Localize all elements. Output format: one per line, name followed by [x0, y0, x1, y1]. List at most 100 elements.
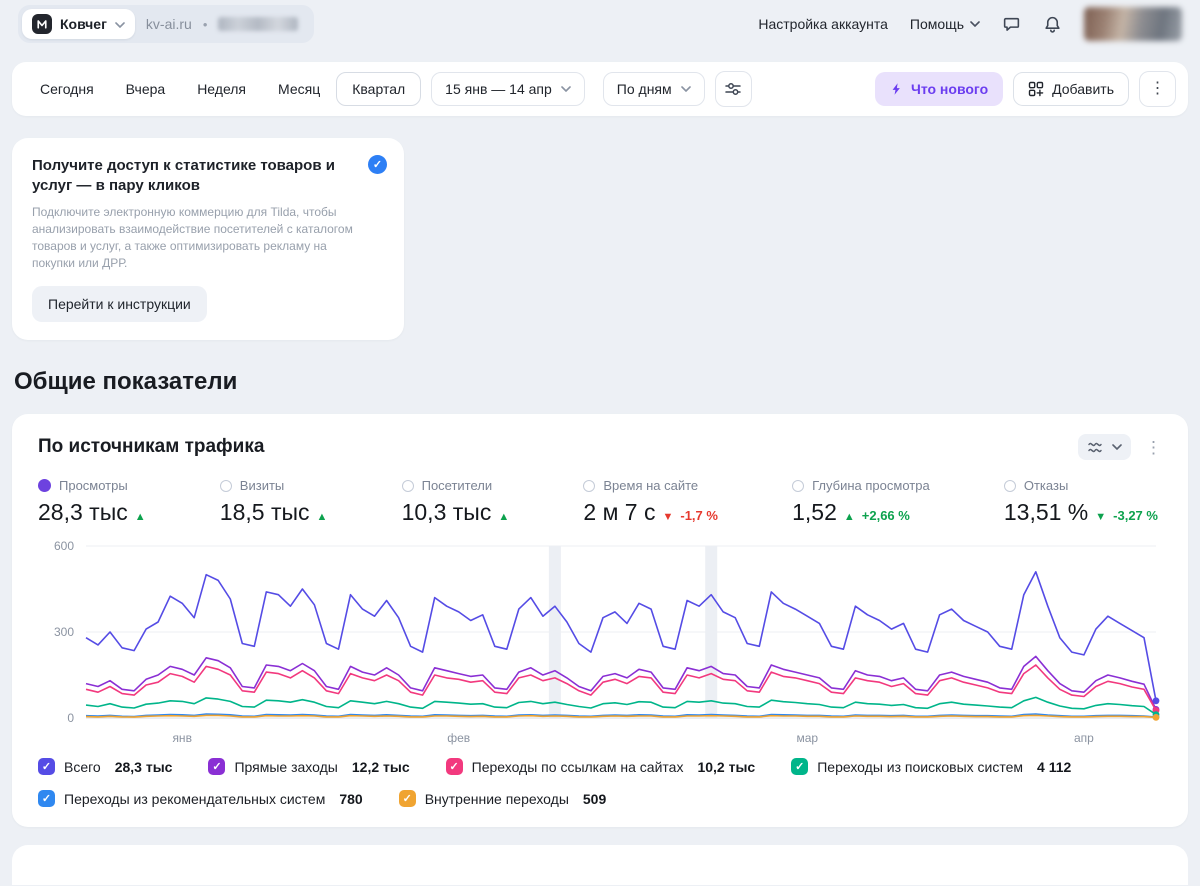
- period-tab-2[interactable]: Неделя: [181, 72, 262, 106]
- whats-new-label: Что нового: [910, 81, 989, 97]
- legend-item[interactable]: ✓ Всего 28,3 тыс: [38, 758, 172, 775]
- help-label: Помощь: [909, 16, 964, 32]
- legend-value: 509: [582, 790, 607, 807]
- account-settings-link[interactable]: Настройка аккаунта: [758, 16, 888, 32]
- legend-checkbox[interactable]: ✓: [445, 758, 463, 775]
- legend-value: 780: [339, 790, 363, 807]
- legend-item[interactable]: ✓ Переходы из поисковых систем 4 112: [791, 758, 1071, 775]
- chevron-down-icon: [1112, 444, 1122, 450]
- metric-radio[interactable]: [401, 479, 414, 492]
- metric-value: 13,51 % ▼ -3,27 %: [1003, 499, 1158, 525]
- promo-title: Получите доступ к статистике товаров и у…: [32, 157, 335, 194]
- date-range-label: 15 янв — 14 апр: [445, 81, 552, 97]
- section-title: Общие показатели: [14, 368, 238, 395]
- help-menu[interactable]: Помощь: [910, 16, 980, 32]
- metric-value: 28,3 тыс ▲: [38, 499, 146, 525]
- legend-item[interactable]: ✓ Переходы по ссылкам на сайтах 10,2 тыс: [445, 758, 755, 775]
- breadcrumb-separator: •: [202, 16, 208, 32]
- trend-arrow-icon: ▲: [498, 511, 510, 523]
- svg-text:0: 0: [67, 711, 74, 725]
- metrica-logo-icon: [32, 14, 52, 34]
- trend-arrow-icon: ▲: [316, 511, 328, 523]
- filters-toolbar: Сегодня Вчера Неделя Месяц Квартал 15 янв — …: [12, 62, 1188, 116]
- traffic-chart[interactable]: 0 300 600 янв фев мар апр: [38, 540, 1162, 752]
- metric-change: -3,27 %: [1113, 508, 1158, 523]
- metric-tab[interactable]: Просмотры 28,3 тыс ▲: [38, 478, 146, 526]
- metric-value: 2 м 7 с ▼ -1,7 %: [583, 499, 718, 525]
- add-grid-icon: [1028, 81, 1044, 97]
- site-domain[interactable]: kv-ai.ru: [146, 16, 192, 32]
- legend-label: Всего: [64, 758, 101, 775]
- svg-text:апр: апр: [1074, 731, 1094, 745]
- metric-radio[interactable]: [583, 479, 596, 492]
- widget-kebab-menu[interactable]: ⋮: [1145, 439, 1162, 456]
- promo-instruction-button[interactable]: Перейти к инструкции: [32, 286, 207, 322]
- legend-value: 4 112: [1037, 758, 1072, 775]
- metric-label: Просмотры: [59, 478, 128, 493]
- toolbar-kebab-menu[interactable]: ⋮: [1139, 71, 1176, 107]
- lightning-icon: [892, 83, 900, 95]
- chevron-down-icon: [680, 86, 691, 92]
- svg-text:фев: фев: [447, 731, 470, 745]
- chevron-down-icon: [115, 15, 125, 33]
- sliders-icon: [725, 83, 741, 95]
- grouping-label: По дням: [616, 81, 672, 97]
- legend-item[interactable]: ✓ Внутренние переходы 509: [398, 790, 607, 807]
- traffic-chart-svg: 0 300 600 янв фев мар апр: [54, 540, 1160, 745]
- metric-value: 10,3 тыс ▲: [401, 499, 510, 525]
- legend-value: 28,3 тыс: [114, 758, 173, 775]
- top-bar-right: Настройка аккаунта Помощь: [758, 7, 1182, 41]
- legend-label: Переходы из рекомендательных систем: [64, 790, 326, 807]
- svg-text:600: 600: [54, 540, 74, 553]
- metric-radio[interactable]: [792, 479, 805, 492]
- period-tab-4[interactable]: Квартал: [336, 72, 422, 106]
- period-tab-1[interactable]: Вчера: [110, 72, 182, 106]
- metric-label: Отказы: [1023, 478, 1069, 493]
- chart-legend: ✓ Всего 28,3 тыс ✓ Прямые заходы 12,2 тыс ✓ Пер…: [38, 758, 1162, 807]
- add-widget-button[interactable]: Добавить: [1013, 72, 1129, 106]
- chevron-down-icon: [970, 21, 980, 27]
- metric-radio[interactable]: [219, 479, 232, 492]
- chart-type-selector[interactable]: [1078, 434, 1131, 460]
- legend-checkbox[interactable]: ✓: [38, 758, 55, 775]
- metric-tab[interactable]: Глубина просмотра 1,52 ▲ +2,66 %: [792, 478, 930, 526]
- chat-icon[interactable]: [1002, 15, 1021, 34]
- metric-radio[interactable]: [38, 479, 51, 492]
- metric-label: Глубина просмотра: [812, 478, 930, 493]
- legend-checkbox[interactable]: ✓: [398, 790, 416, 807]
- metric-tab[interactable]: Визиты 18,5 тыс ▲: [219, 478, 328, 526]
- metric-tab[interactable]: Отказы 13,51 % ▼ -3,27 %: [1003, 478, 1158, 526]
- counter-switcher[interactable]: Ковчег: [22, 9, 135, 39]
- metric-tab[interactable]: Время на сайте 2 м 7 с ▼ -1,7 %: [583, 478, 718, 526]
- legend-item[interactable]: ✓ Переходы из рекомендательных систем 780: [38, 790, 363, 807]
- svg-text:мар: мар: [796, 731, 818, 745]
- whats-new-button[interactable]: Что нового: [874, 72, 1004, 106]
- trend-arrow-icon: ▼: [662, 511, 674, 523]
- legend-item[interactable]: ✓ Прямые заходы 12,2 тыс: [208, 758, 410, 775]
- verified-check-icon: ✓: [368, 155, 387, 174]
- legend-label: Прямые заходы: [234, 758, 338, 775]
- period-tab-0[interactable]: Сегодня: [24, 72, 110, 106]
- metric-tab[interactable]: Посетители 10,3 тыс ▲: [401, 478, 510, 526]
- date-range-picker[interactable]: 15 янв — 14 апр: [431, 72, 585, 106]
- legend-checkbox[interactable]: ✓: [208, 758, 226, 775]
- grouping-select[interactable]: По дням: [602, 72, 705, 106]
- legend-checkbox[interactable]: ✓: [38, 790, 55, 807]
- traffic-sources-widget: По источникам трафика ⋮ Просмотры 28,3 ты…: [12, 414, 1188, 827]
- kebab-icon: ⋮: [1145, 437, 1162, 457]
- trend-arrow-icon: ▲: [134, 511, 146, 523]
- notifications-bell-icon[interactable]: [1043, 15, 1062, 34]
- metric-value: 18,5 тыс ▲: [219, 499, 328, 525]
- segment-filter-button[interactable]: [714, 71, 752, 107]
- metric-radio[interactable]: [1003, 479, 1016, 492]
- period-tab-3[interactable]: Месяц: [262, 72, 336, 106]
- legend-value: 12,2 тыс: [351, 758, 410, 775]
- chevron-down-icon: [560, 86, 571, 92]
- period-tabs: Сегодня Вчера Неделя Месяц Квартал: [24, 72, 422, 106]
- trend-arrow-icon: ▲: [843, 511, 855, 523]
- legend-checkbox[interactable]: ✓: [791, 758, 809, 775]
- metric-tabs: Просмотры 28,3 тыс ▲ Визиты 18,5 тыс ▲ Посетит…: [38, 478, 1162, 526]
- metric-label: Визиты: [239, 478, 285, 493]
- widget-title: По источникам трафика: [38, 436, 265, 457]
- user-avatar-blurred[interactable]: [1084, 7, 1182, 41]
